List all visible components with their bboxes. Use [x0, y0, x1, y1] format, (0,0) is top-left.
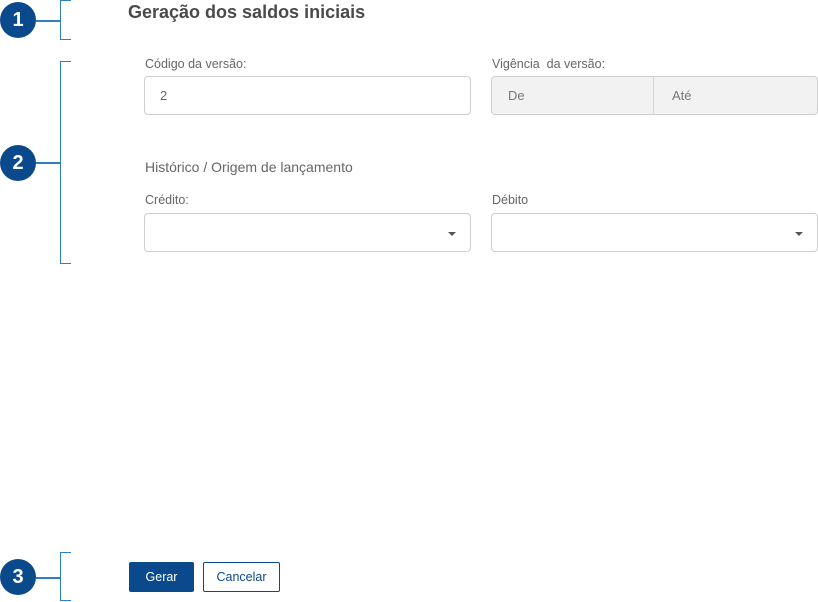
debit-label: Débito — [492, 193, 529, 207]
credit-label: Crédito: — [145, 193, 189, 207]
debit-select[interactable] — [491, 213, 818, 252]
annotation-connector-3 — [36, 577, 60, 579]
annotation-badge-1: 1 — [0, 2, 36, 38]
validity-from-input[interactable]: De — [492, 77, 653, 114]
version-code-input[interactable]: 2 — [144, 76, 471, 115]
annotation-connector-1 — [36, 20, 60, 22]
annotation-bracket-2 — [60, 61, 71, 264]
validity-range-field: De Até — [491, 76, 818, 115]
caret-down-icon — [795, 232, 803, 236]
cancel-button[interactable]: Cancelar — [203, 562, 280, 592]
annotation-bracket-3 — [60, 552, 71, 601]
validity-label: Vigência da versão: — [492, 57, 606, 71]
generate-button[interactable]: Gerar — [129, 562, 194, 592]
credit-select[interactable] — [144, 213, 471, 252]
annotation-badge-3: 3 — [0, 559, 36, 595]
page-title: Geração dos saldos iniciais — [128, 2, 366, 22]
validity-to-input[interactable]: Até — [653, 77, 817, 114]
annotation-badge-2: 2 — [0, 145, 36, 181]
history-section-title: Histórico / Origem de lançamento — [145, 159, 353, 175]
caret-down-icon — [448, 232, 456, 236]
annotation-connector-2 — [36, 162, 60, 164]
annotation-bracket-1 — [60, 0, 71, 40]
version-code-label: Código da versão: — [145, 57, 247, 71]
